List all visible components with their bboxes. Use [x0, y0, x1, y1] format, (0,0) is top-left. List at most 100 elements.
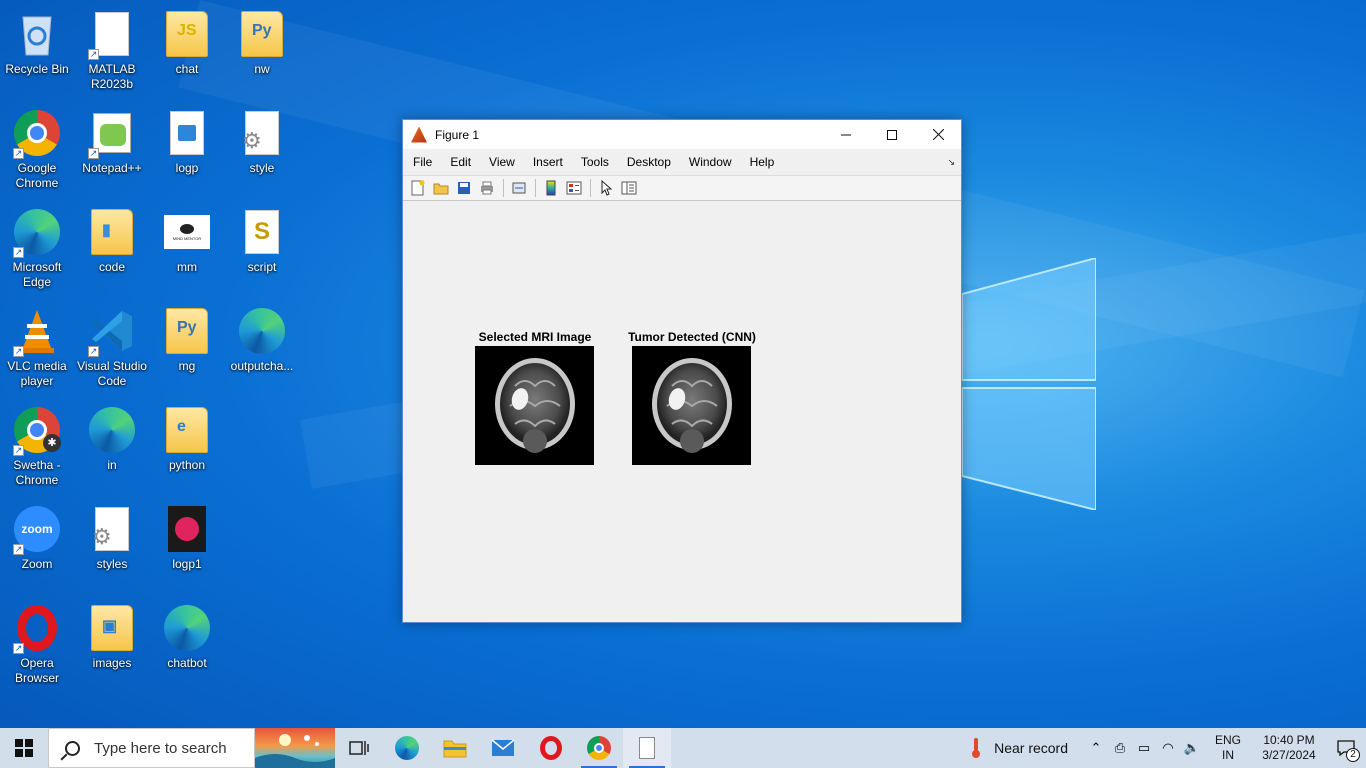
colorbar-icon — [546, 180, 556, 196]
maximize-button[interactable] — [869, 120, 915, 149]
figure-title: Figure 1 — [435, 127, 480, 142]
taskbar-chrome-profile[interactable] — [575, 728, 623, 768]
print-figure-button[interactable] — [476, 178, 498, 198]
edge-icon — [395, 736, 419, 760]
desktop-icon-vlc[interactable]: ↗ VLC media player — [0, 301, 74, 397]
desktop-icon-style[interactable]: ⚙ style — [225, 103, 299, 199]
taskbar-opera[interactable] — [527, 728, 575, 768]
clock[interactable]: 10:40 PM 3/27/2024 — [1252, 733, 1326, 763]
weather-widget[interactable]: Near record — [968, 737, 1068, 759]
mri-image-selected — [475, 346, 594, 465]
desktop-icon-opera[interactable]: ↗ Opera Browser — [0, 598, 74, 694]
taskbar-blank-document[interactable] — [623, 728, 671, 768]
legend-icon — [566, 181, 582, 195]
notifications-button[interactable]: 2 — [1326, 728, 1366, 768]
desktop-icon-logp[interactable]: logp — [150, 103, 224, 199]
insert-colorbar-button[interactable] — [540, 178, 562, 198]
taskbar-file-explorer[interactable] — [431, 728, 479, 768]
show-hidden-icons-button[interactable]: ⌃ — [1084, 740, 1108, 756]
desktop-icon-mm[interactable]: MIND MENTOR mm — [150, 202, 224, 298]
shortcut-arrow-icon: ↗ — [13, 445, 24, 456]
desktop-icon-styles[interactable]: ⚙ styles — [75, 499, 149, 595]
property-inspector-icon — [621, 181, 637, 195]
menu-view[interactable]: View — [483, 155, 521, 169]
desktop-icon-script[interactable]: S script — [225, 202, 299, 298]
desktop-icon-code[interactable]: ▮ code — [75, 202, 149, 298]
search-icon — [65, 740, 80, 756]
close-button[interactable] — [915, 120, 961, 149]
desktop-icon-chatbot[interactable]: chatbot — [150, 598, 224, 694]
desktop-icon-recycle-bin[interactable]: Recycle Bin — [0, 4, 74, 100]
taskbar-search-box[interactable]: Type here to search — [48, 728, 255, 768]
camera-icon: ⎙ — [1114, 740, 1126, 755]
start-button[interactable] — [0, 728, 48, 768]
desktop-icon-microsoft-edge[interactable]: ↗ Microsoft Edge — [0, 202, 74, 298]
menu-window[interactable]: Window — [683, 155, 738, 169]
menu-tools[interactable]: Tools — [575, 155, 615, 169]
desktop-icon-label: python — [168, 458, 206, 472]
volume-button[interactable]: 🔈 — [1180, 740, 1204, 756]
network-button[interactable]: ◠ — [1156, 740, 1180, 756]
desktop-icon-swetha-chrome[interactable]: ✱ ↗ Swetha - Chrome — [0, 400, 74, 496]
desktop-icon-vscode[interactable]: ↗ Visual Studio Code — [75, 301, 149, 397]
vscode-icon: ↗ — [88, 307, 136, 357]
taskbar-edge[interactable] — [383, 728, 431, 768]
link-plot-button[interactable] — [508, 178, 530, 198]
desktop-icon-python[interactable]: e python — [150, 400, 224, 496]
open-folder-icon — [433, 183, 449, 195]
desktop-icon-label: logp — [175, 161, 199, 175]
desktop-icon-mg[interactable]: Py mg — [150, 301, 224, 397]
language-indicator[interactable]: ENG IN — [1208, 733, 1248, 763]
settings-file-icon: ⚙ — [88, 505, 136, 553]
windows-wallpaper-logo — [962, 258, 1096, 510]
open-file-button[interactable] — [430, 178, 452, 198]
dock-figure-icon[interactable]: ↘ — [947, 157, 955, 168]
desktop-icon-images[interactable]: ▣ images — [75, 598, 149, 694]
folder-icon: e — [163, 406, 211, 454]
menu-edit[interactable]: Edit — [444, 155, 477, 169]
figure-window[interactable]: Figure 1 File Edit View Insert Tools Des… — [402, 119, 962, 623]
axes-title-tumor-detected: Tumor Detected (CNN) — [628, 330, 756, 344]
folder-icon: ▮ — [88, 208, 136, 256]
desktop-icon-outputchat[interactable]: outputcha... — [225, 301, 299, 397]
desktop-icon-logp1[interactable]: logp1 — [150, 499, 224, 595]
property-inspector-button[interactable] — [618, 178, 640, 198]
menu-insert[interactable]: Insert — [527, 155, 569, 169]
minimize-icon — [841, 134, 851, 135]
mm-logo-text: MIND MENTOR — [172, 235, 202, 241]
task-view-button[interactable] — [335, 728, 383, 768]
desktop-icon-matlab[interactable]: ↗ MATLAB R2023b — [75, 4, 149, 100]
new-figure-button[interactable] — [407, 178, 429, 198]
insert-legend-button[interactable] — [563, 178, 585, 198]
search-highlights-image[interactable] — [255, 728, 335, 768]
pointer-arrow-icon — [601, 180, 612, 196]
desktop-icon-label: Zoom — [21, 557, 53, 571]
desktop-icon-nw[interactable]: Py nw — [225, 4, 299, 100]
desktop-icon-label: chat — [175, 62, 199, 76]
desktop-icon-google-chrome[interactable]: ↗ Google Chrome — [0, 103, 74, 199]
edit-plot-button[interactable] — [595, 178, 617, 198]
save-figure-button[interactable] — [453, 178, 475, 198]
mri-brain-image — [475, 358, 594, 465]
minimize-button[interactable] — [823, 120, 869, 149]
shortcut-arrow-icon: ↗ — [13, 247, 24, 258]
chrome-icon — [587, 736, 611, 760]
blank-file-icon — [639, 737, 655, 759]
figure-titlebar[interactable]: Figure 1 — [403, 120, 961, 149]
desktop-icon-notepad-plus-plus[interactable]: ↗ Notepad++ — [75, 103, 149, 199]
battery-button[interactable]: ▭ — [1132, 740, 1156, 756]
settings-file-icon: ⚙ — [238, 109, 286, 157]
desktop-icon-chat[interactable]: JS chat — [150, 4, 224, 100]
desktop-icon-in[interactable]: in — [75, 400, 149, 496]
menu-desktop[interactable]: Desktop — [621, 155, 677, 169]
menu-help[interactable]: Help — [744, 155, 781, 169]
desktop-icon-label: styles — [96, 557, 128, 571]
desktop-icon-label: MATLAB R2023b — [88, 62, 136, 91]
shortcut-arrow-icon: ↗ — [88, 49, 99, 60]
chrome-profile-icon: ✱ ↗ — [13, 406, 61, 456]
menu-file[interactable]: File — [407, 155, 438, 169]
taskbar-mail[interactable] — [479, 728, 527, 768]
desktop-icon-label: VLC media player — [7, 359, 67, 388]
meet-now-button[interactable]: ⎙ — [1108, 740, 1132, 756]
desktop-icon-zoom[interactable]: zoom ↗ Zoom — [0, 499, 74, 595]
